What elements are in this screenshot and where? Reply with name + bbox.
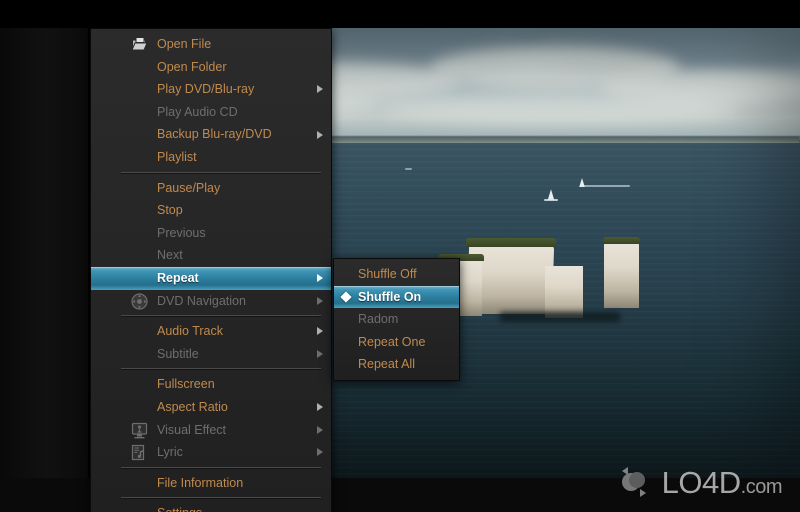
menu-item-label: Next	[157, 248, 183, 263]
menu-item-label: Subtitle	[157, 346, 199, 361]
menu-item-label: DVD Navigation	[157, 293, 246, 308]
dvd-navigation-icon	[131, 292, 148, 310]
menu-separator	[121, 315, 321, 318]
monitor-icon	[131, 422, 148, 438]
menu-item-open-folder[interactable]: Open Folder	[91, 56, 331, 79]
submenu-item-radom: Radom	[334, 308, 459, 331]
submenu-item-label: Repeat One	[358, 334, 426, 349]
lyric-icon	[131, 444, 145, 461]
menu-item-pause-play[interactable]: Pause/Play	[91, 177, 331, 200]
menu-item-label: Backup Blu-ray/DVD	[157, 127, 272, 142]
watermark-suffix: .com	[740, 475, 783, 498]
watermark-main: LO4D	[661, 464, 741, 500]
menu-item-visual-effect: Visual Effect	[91, 419, 331, 442]
watermark-text: LO4D.com	[661, 464, 783, 500]
submenu-item-label: Shuffle Off	[358, 267, 417, 281]
watermark: LO4D.com	[614, 462, 783, 502]
submenu-item-label: Shuffle On	[358, 289, 422, 304]
menu-item-label: Play DVD/Blu-ray	[157, 82, 255, 97]
menu-item-label: Fullscreen	[157, 377, 215, 392]
chevron-right-icon	[317, 448, 323, 457]
menu-item-label: Visual Effect	[157, 422, 227, 437]
open-folder-icon	[131, 37, 148, 51]
menu-item-play-audio-cd: Play Audio CD	[91, 101, 331, 124]
menu-item-next: Next	[91, 244, 331, 267]
menu-item-label: Open File	[157, 37, 212, 51]
monitor-icon	[131, 422, 148, 439]
menu-item-label: Settings	[157, 502, 202, 512]
menu-item-label: Playlist	[157, 149, 197, 164]
menu-item-label: Aspect Ratio	[157, 399, 228, 414]
menu-item-fullscreen[interactable]: Fullscreen	[91, 373, 331, 396]
menu-item-repeat[interactable]: Repeat	[91, 266, 331, 290]
menu-separator	[121, 466, 321, 469]
radio-selected-icon	[340, 291, 352, 303]
submenu-item-shuffle-off[interactable]: Shuffle Off	[334, 263, 459, 286]
menu-item-audio-track[interactable]: Audio Track	[91, 320, 331, 343]
submenu-item-label: Repeat All	[358, 357, 415, 372]
chevron-right-icon	[317, 130, 323, 139]
chevron-right-icon	[317, 350, 323, 359]
chevron-right-icon	[317, 85, 323, 94]
dvd-navigation-icon	[131, 292, 148, 310]
menu-item-aspect-ratio[interactable]: Aspect Ratio	[91, 396, 331, 419]
menu-item-dvd-navigation: DVD Navigation	[91, 290, 331, 313]
chevron-right-icon	[317, 274, 323, 283]
menu-item-label: Stop	[157, 203, 183, 218]
chevron-right-icon	[317, 425, 323, 434]
menu-item-label: Play Audio CD	[157, 104, 238, 119]
submenu-item-repeat-one[interactable]: Repeat One	[334, 331, 459, 354]
menu-item-playlist[interactable]: Playlist	[91, 146, 331, 169]
player-dock[interactable]	[0, 28, 90, 478]
menu-item-stop[interactable]: Stop	[91, 199, 331, 222]
menu-item-label: Previous	[157, 225, 206, 240]
submenu-item-shuffle-on[interactable]: Shuffle On	[334, 285, 459, 309]
menu-item-play-dvd-blu-ray[interactable]: Play DVD/Blu-ray	[91, 78, 331, 101]
menu-item-label: Audio Track	[157, 324, 224, 339]
chevron-right-icon	[317, 296, 323, 305]
menu-item-backup-blu-ray-dvd[interactable]: Backup Blu-ray/DVD	[91, 123, 331, 146]
menu-item-label: File Information	[157, 475, 244, 490]
submenu-item-label: Radom	[358, 312, 399, 327]
repeat-submenu[interactable]: Shuffle Off Shuffle On Radom Repeat One Repe…	[333, 258, 460, 381]
lo4d-logo-icon	[621, 467, 646, 497]
open-folder-icon	[131, 36, 148, 53]
menu-item-open-file[interactable]: Open File	[91, 33, 331, 56]
menu-item-file-information[interactable]: File Information	[91, 472, 331, 495]
submenu-item-repeat-all[interactable]: Repeat All	[334, 353, 459, 376]
menu-item-label: Lyric	[157, 445, 183, 460]
lyric-icon	[131, 444, 148, 461]
chevron-right-icon	[317, 327, 323, 336]
context-menu[interactable]: Open File Open Folder Play DVD/Blu-ray Play…	[90, 28, 332, 512]
menu-separator	[121, 171, 321, 174]
menu-separator	[121, 497, 321, 500]
menu-item-lyric: Lyric	[91, 441, 331, 464]
menu-item-label: Open Folder	[157, 59, 227, 74]
menu-item-previous: Previous	[91, 222, 331, 245]
menu-separator	[121, 368, 321, 371]
menu-item-subtitle: Subtitle	[91, 343, 331, 366]
chevron-right-icon	[317, 403, 323, 412]
letterbox-top	[0, 0, 800, 28]
menu-item-label: Pause/Play	[157, 180, 221, 195]
daplayer-window: DAPLAYER Open FileOpen FolderPlay DVD/Bl…	[0, 0, 800, 512]
menu-item-label: Repeat	[157, 270, 199, 285]
menu-item-settings[interactable]: Settings	[91, 502, 331, 512]
